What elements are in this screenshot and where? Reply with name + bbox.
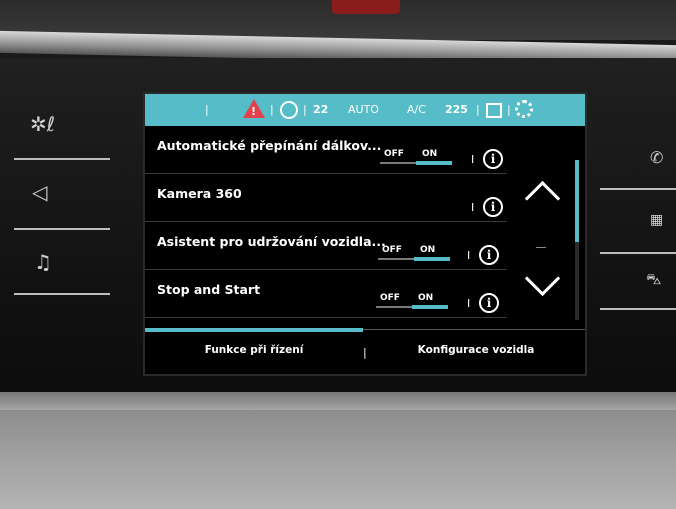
list-item[interactable]: Asistent pro udržování vozidla... OFF ON…: [145, 222, 507, 270]
toggle-switch[interactable]: OFF ON: [380, 147, 452, 167]
info-icon[interactable]: i: [483, 197, 503, 217]
row-label: Asistent pro udržování vozidla...: [157, 234, 386, 249]
toggle-track: [378, 258, 414, 260]
side-divider: [600, 252, 676, 254]
defrost-icon[interactable]: [486, 103, 502, 118]
settings-list: Automatické přepínání dálkov... OFF ON I…: [145, 126, 507, 318]
toggle-switch[interactable]: OFF ON: [378, 243, 450, 263]
gear-icon[interactable]: [515, 100, 533, 118]
ac-label[interactable]: A/C: [407, 103, 426, 116]
toggle-off-label: OFF: [384, 149, 404, 159]
scroll-position-mark: [536, 247, 546, 248]
status-separator: |: [476, 103, 480, 116]
scroll-controls: [507, 126, 585, 322]
apps-icon[interactable]: ▦: [650, 212, 663, 228]
radio-icon[interactable]: [280, 101, 298, 119]
row-label: Automatické přepínání dálkov...: [157, 138, 382, 153]
touchscreen: | ! | | 22 AUTO A/C 225 | | Automatické …: [143, 92, 587, 376]
toggle-active-indicator: [412, 305, 448, 309]
navigation-icon[interactable]: ◁: [32, 180, 47, 204]
tab-driving-functions[interactable]: Funkce při řízení: [145, 344, 363, 356]
phone-icon[interactable]: ✆: [650, 148, 663, 167]
hazard-button[interactable]: [332, 0, 400, 14]
temperature[interactable]: 225: [445, 103, 468, 116]
toggle-switch[interactable]: OFF ON: [376, 291, 448, 311]
climate-icon[interactable]: ✲ℓ: [30, 112, 55, 136]
side-divider: [600, 188, 676, 190]
status-separator: |: [270, 103, 274, 116]
row-label: Stop and Start: [157, 282, 261, 297]
row-label: Kamera 360: [157, 186, 242, 201]
warning-mark: !: [251, 105, 257, 118]
toggle-track: [380, 162, 416, 164]
active-tab-indicator: [145, 328, 363, 332]
lower-trim: [0, 392, 676, 412]
lower-dashboard: [0, 410, 676, 509]
tab-vehicle-config[interactable]: Konfigurace vozidla: [367, 344, 585, 356]
car-icon[interactable]: ⛍: [646, 270, 661, 290]
side-divider: [14, 158, 110, 160]
side-divider: [600, 308, 676, 310]
tab-bar: Funkce při řízení | Konfigurace vozidla: [145, 328, 585, 374]
list-item[interactable]: Automatické přepínání dálkov... OFF ON I…: [145, 126, 507, 174]
toggle-on-label: ON: [422, 149, 438, 159]
toggle-active-indicator: [416, 161, 452, 165]
status-separator: |: [205, 103, 209, 116]
info-icon[interactable]: i: [483, 149, 503, 169]
status-separator: |: [303, 103, 307, 116]
side-divider: [14, 228, 110, 230]
climate-mode[interactable]: AUTO: [348, 103, 379, 116]
list-item[interactable]: Kamera 360 I i: [145, 174, 507, 222]
toggle-off-label: OFF: [380, 293, 400, 303]
status-separator: |: [507, 103, 511, 116]
toggle-track: [376, 306, 412, 308]
music-icon[interactable]: ♫: [34, 250, 52, 274]
fan-speed[interactable]: 22: [313, 103, 328, 116]
row-separator: I: [467, 249, 471, 262]
toggle-active-indicator: [414, 257, 450, 261]
row-separator: I: [471, 153, 475, 166]
row-separator: I: [471, 201, 475, 214]
scroll-down-icon[interactable]: [524, 260, 561, 297]
row-separator: I: [467, 297, 471, 310]
scrollbar-thumb[interactable]: [575, 160, 579, 242]
list-item[interactable]: Stop and Start OFF ON I i: [145, 270, 507, 318]
info-icon[interactable]: i: [479, 245, 499, 265]
toggle-off-label: OFF: [382, 245, 402, 255]
tab-divider-line: [363, 329, 585, 330]
status-bar: | ! | | 22 AUTO A/C 225 | |: [145, 94, 585, 126]
side-divider: [14, 293, 110, 295]
scroll-up-icon[interactable]: [524, 180, 561, 217]
toggle-on-label: ON: [420, 245, 436, 255]
info-icon[interactable]: i: [479, 293, 499, 313]
toggle-on-label: ON: [418, 293, 434, 303]
